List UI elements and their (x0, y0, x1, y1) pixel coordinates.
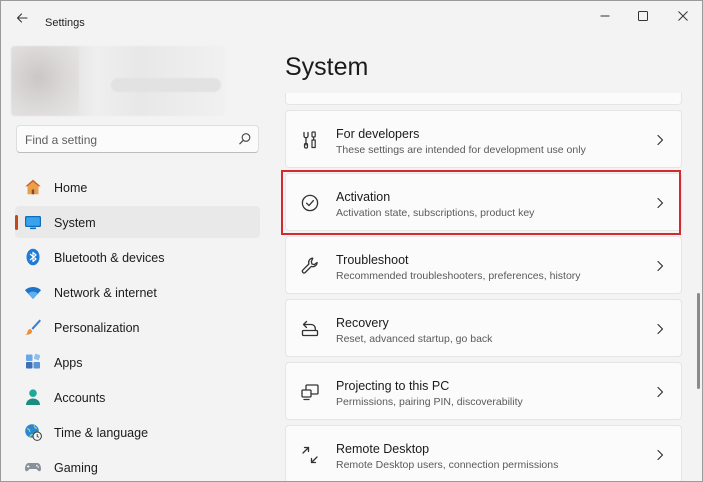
settings-card-activation[interactable]: Activation Activation state, subscriptio… (285, 173, 682, 231)
paintbrush-icon (25, 319, 41, 335)
settings-card-for-developers[interactable]: For developers These settings are intend… (285, 110, 682, 168)
card-subtitle: Recommended troubleshooters, preferences… (336, 270, 581, 282)
system-monitor-icon (25, 216, 41, 230)
sidebar-item-time-language[interactable]: Time & language (15, 416, 260, 448)
sidebar-item-label: Network & internet (54, 286, 157, 300)
card-subtitle: Remote Desktop users, connection permiss… (336, 459, 559, 471)
sidebar-item-network[interactable]: Network & internet (15, 276, 260, 308)
search-input[interactable] (25, 131, 225, 149)
sidebar-item-gaming[interactable]: Gaming (15, 451, 260, 481)
back-arrow-icon (16, 13, 28, 23)
sidebar-item-accounts[interactable]: Accounts (15, 381, 260, 413)
settings-card-troubleshoot[interactable]: Troubleshoot Recommended troubleshooters… (285, 236, 682, 294)
profile-name-blurred (111, 78, 221, 92)
recovery-icon (301, 320, 319, 337)
sidebar-item-bluetooth[interactable]: Bluetooth & devices (15, 241, 260, 273)
remote-desktop-icon (302, 446, 318, 464)
card-title: Troubleshoot (336, 253, 409, 267)
projecting-icon (301, 384, 319, 401)
title-bar: Settings (1, 1, 702, 33)
search-box[interactable] (16, 125, 259, 153)
developer-tools-icon (303, 131, 316, 149)
user-profile-blurred[interactable] (11, 46, 226, 116)
minimize-button[interactable] (590, 7, 620, 25)
maximize-icon (638, 11, 648, 21)
card-subtitle: Permissions, pairing PIN, discoverabilit… (336, 396, 523, 408)
chevron-right-icon (657, 260, 664, 272)
sidebar-item-label: Gaming (54, 461, 98, 475)
previous-settings-card[interactable] (285, 93, 682, 105)
person-icon (26, 389, 40, 405)
minimize-icon (600, 15, 610, 17)
main-scrollbar[interactable] (697, 293, 700, 389)
sidebar-item-personalization[interactable]: Personalization (15, 311, 260, 343)
sidebar-item-home[interactable]: Home (15, 171, 260, 203)
sidebar-nav: Home System Bluetooth & devices Network … (15, 171, 260, 481)
wrench-icon (301, 257, 318, 274)
settings-window: Settings Home (0, 0, 703, 482)
card-title: Remote Desktop (336, 442, 430, 456)
chevron-right-icon (657, 197, 664, 209)
card-subtitle: Activation state, subscriptions, product… (336, 207, 535, 219)
sidebar-item-label: System (54, 216, 96, 230)
card-title: For developers (336, 127, 420, 141)
close-button[interactable] (668, 7, 698, 25)
close-icon (678, 11, 688, 21)
window-title: Settings (45, 17, 85, 29)
back-button[interactable] (11, 9, 33, 27)
card-title: Activation (336, 190, 391, 204)
settings-card-remote-desktop[interactable]: Remote Desktop Remote Desktop users, con… (285, 425, 682, 481)
sidebar-item-system[interactable]: System (15, 206, 260, 238)
sidebar-item-label: Personalization (54, 321, 140, 335)
page-title: System (285, 53, 369, 81)
sidebar-item-apps[interactable]: Apps (15, 346, 260, 378)
settings-card-projecting[interactable]: Projecting to this PC Permissions, pairi… (285, 362, 682, 420)
card-title: Projecting to this PC (336, 379, 450, 393)
globe-clock-icon (25, 424, 42, 441)
check-circle-icon (301, 194, 319, 212)
sidebar-item-label: Time & language (54, 426, 149, 440)
chevron-right-icon (657, 323, 664, 335)
chevron-right-icon (657, 134, 664, 146)
chevron-right-icon (657, 386, 664, 398)
apps-icon (26, 353, 41, 369)
sidebar-item-label: Home (54, 181, 88, 195)
maximize-button[interactable] (628, 7, 658, 25)
card-subtitle: Reset, advanced startup, go back (336, 333, 493, 345)
wifi-icon (25, 286, 41, 299)
card-title: Recovery (336, 316, 389, 330)
avatar (11, 46, 79, 116)
gamepad-icon (25, 463, 41, 472)
sidebar-item-label: Apps (54, 356, 83, 370)
bluetooth-icon (26, 248, 40, 266)
card-subtitle: These settings are intended for developm… (336, 144, 586, 156)
chevron-right-icon (657, 449, 664, 461)
sidebar-item-label: Accounts (54, 391, 106, 405)
sidebar-item-label: Bluetooth & devices (54, 251, 165, 265)
search-icon[interactable] (238, 132, 252, 146)
home-icon (25, 179, 41, 195)
settings-card-recovery[interactable]: Recovery Reset, advanced startup, go bac… (285, 299, 682, 357)
